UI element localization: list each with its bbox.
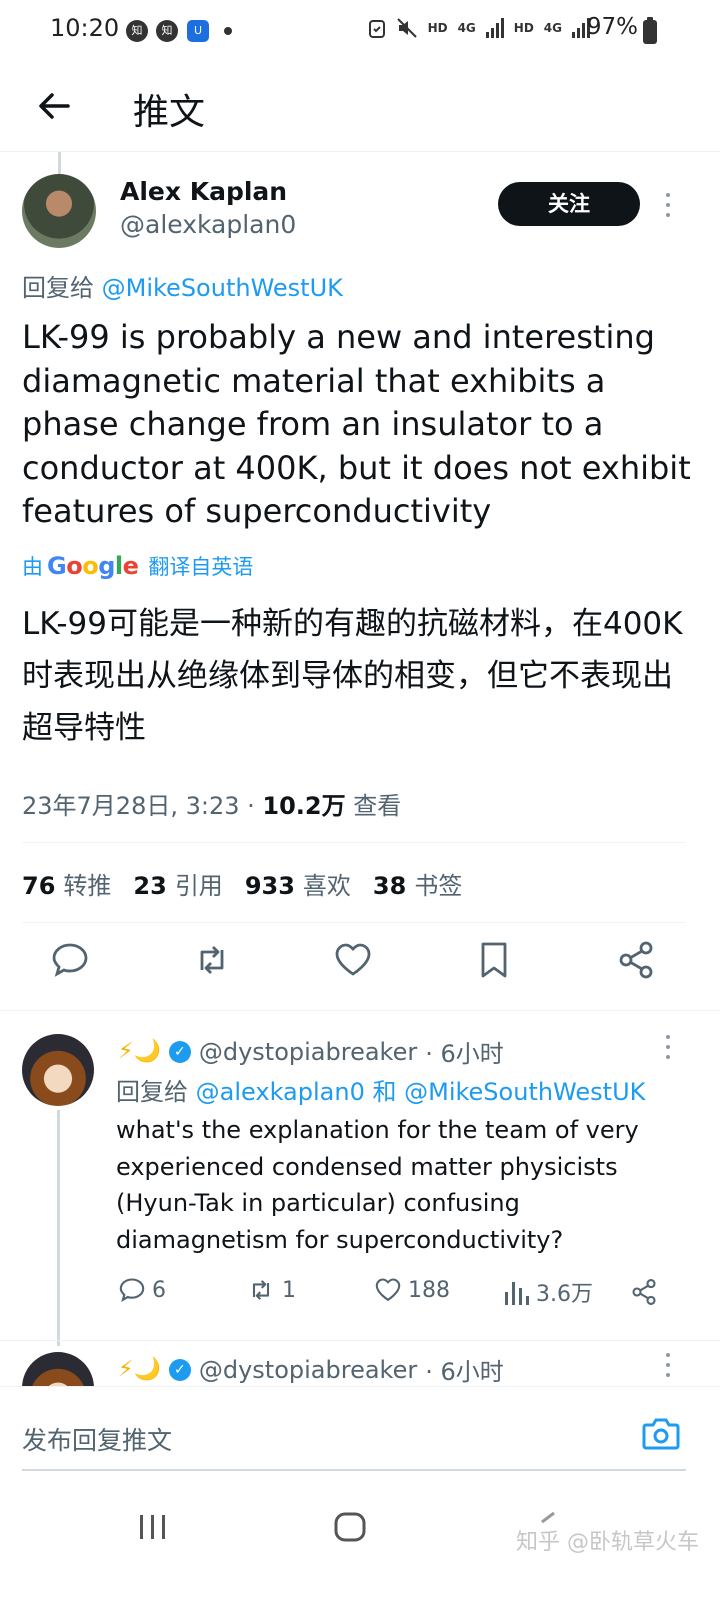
views-count: 3.6万 [536,1282,593,1307]
top-bar: 推文 [0,62,720,152]
status-indicators: HD 4G HD 4G [368,17,590,39]
reply-to-prefix: 回复给 [116,1078,188,1106]
share-icon[interactable] [630,1278,658,1306]
system-navigation-bar: 知乎 @卧轨草火车 [0,1486,720,1600]
reply-icon [119,1278,145,1302]
hd-indicator-2: HD [513,21,534,35]
author-avatar[interactable] [22,174,96,248]
network-4g-indicator-2: 4G [543,21,562,35]
tweet-action-bar [0,940,720,996]
reply-to-mention[interactable]: @MikeSouthWestUK [404,1078,645,1106]
reply-action-bar: 6 1 188 3.6万 [0,1276,720,1316]
translate-prefix: 由 [22,555,43,579]
like-count: 188 [408,1277,450,1303]
bookmark-icon[interactable] [474,940,514,980]
app-notification-icon: U [187,20,209,42]
likes-stat[interactable]: 933 喜欢 [245,866,351,901]
views-count: 10.2万 [262,792,346,820]
battery-percent: 97% [586,14,638,40]
network-4g-indicator: 4G [457,21,476,35]
home-icon[interactable] [334,1512,366,1542]
divider [0,1010,720,1011]
tweet-text: LK-99 is probably a new and interesting … [22,318,691,530]
hd-indicator: HD [427,21,448,35]
reply-icon[interactable] [50,940,90,980]
composer-underline [22,1469,686,1471]
reply-like-action[interactable]: 188 [374,1276,450,1304]
views-chart-icon [505,1282,529,1305]
status-time: 10:20 [50,14,120,42]
reply-time: · 6小时 [425,1040,504,1068]
reply-to-mention[interactable]: @MikeSouthWestUK [102,274,343,302]
zhihu-notification-icon: 知 [156,20,178,42]
divider [0,1340,720,1341]
reply-to-and: 和 [372,1078,397,1106]
retweet-count: 1 [282,1277,296,1303]
reply-more-options-icon[interactable] [666,1035,672,1059]
reply-handle[interactable]: @dystopiabreaker [199,1038,417,1066]
quotes-stat[interactable]: 23 引用 [133,866,222,901]
follow-button[interactable]: 关注 [498,182,640,226]
translate-suffix: 翻译自英语 [148,555,254,579]
share-icon[interactable] [616,940,656,980]
mute-icon [396,18,417,38]
thread-connector-line [58,152,61,174]
reply-retweet-action[interactable]: 1 [246,1276,296,1304]
tweet-date[interactable]: 23年7月28日, 3:23 · [22,792,262,820]
reply-more-options-icon[interactable] [666,1353,672,1377]
retweet-icon[interactable] [192,940,232,980]
reply-display-name[interactable]: ⚡🌙 [118,1039,161,1064]
camera-icon[interactable] [642,1417,680,1451]
zhihu-watermark: 知乎 @卧轨草火车 [516,1530,699,1555]
reply-avatar[interactable] [22,1034,94,1106]
translation-attribution[interactable]: 由 Google 翻译自英语 [22,551,253,581]
reply-time: · 6小时 [425,1358,504,1386]
translated-text: LK-99可能是一种新的有趣的抗磁材料，在400K时表现出从绝缘体到导体的相变，… [22,606,683,746]
status-bar: 10:20 知 知 U HD 4G HD 4G 97% [0,0,720,62]
reply-to-line: 回复给 @MikeSouthWestUK [22,268,343,303]
alarm-icon [368,20,385,38]
google-logo: Google [47,552,139,580]
battery-icon [643,17,657,44]
reply-display-name[interactable]: ⚡🌙 [118,1357,161,1382]
more-options-icon[interactable] [666,193,672,217]
reply-comment-action[interactable]: 6 [118,1276,166,1304]
like-icon [375,1278,401,1302]
divider [22,842,686,843]
verified-badge-icon: ✓ [168,1358,191,1381]
retweet-icon [252,1280,270,1300]
reply-text: what's the explanation for the team of v… [116,1116,639,1254]
reply-count: 6 [152,1277,166,1303]
more-notifications-dot-icon [224,27,232,35]
retweets-stat[interactable]: 76 转推 [22,866,111,901]
reply-to-mention[interactable]: @alexkaplan0 [196,1078,365,1106]
signal-icon [485,18,504,38]
tweet-meta: 23年7月28日, 3:23 · 10.2万 查看 [22,786,401,821]
reply-views-action[interactable]: 3.6万 [504,1276,593,1308]
reply-to-line: 回复给 @alexkaplan0 和 @MikeSouthWestUK [116,1072,645,1107]
author-handle[interactable]: @alexkaplan0 [120,210,296,239]
reply-header: ⚡🌙 ✓ @dystopiabreaker · 6小时 [118,1352,504,1387]
reply-to-prefix: 回复给 [22,274,94,302]
like-icon[interactable] [333,940,373,980]
author-name[interactable]: Alex Kaplan [120,177,287,206]
zhihu-notification-icon: 知 [126,20,148,42]
reply-handle[interactable]: @dystopiabreaker [199,1356,417,1384]
verified-badge-icon: ✓ [168,1040,191,1063]
bookmarks-stat[interactable]: 38 书签 [373,866,462,901]
reply-input-placeholder[interactable]: 发布回复推文 [22,1421,172,1457]
recent-apps-icon[interactable] [138,1514,168,1540]
reply-header: ⚡🌙 ✓ @dystopiabreaker · 6小时 [118,1034,504,1069]
divider [22,922,686,923]
reply-composer[interactable]: 发布回复推文 [0,1386,720,1486]
back-arrow-icon[interactable] [34,86,74,126]
tweet-stats: 76 转推 23 引用 933 喜欢 38 书签 [22,866,462,901]
views-label: 查看 [345,792,402,820]
page-title: 推文 [133,92,206,133]
